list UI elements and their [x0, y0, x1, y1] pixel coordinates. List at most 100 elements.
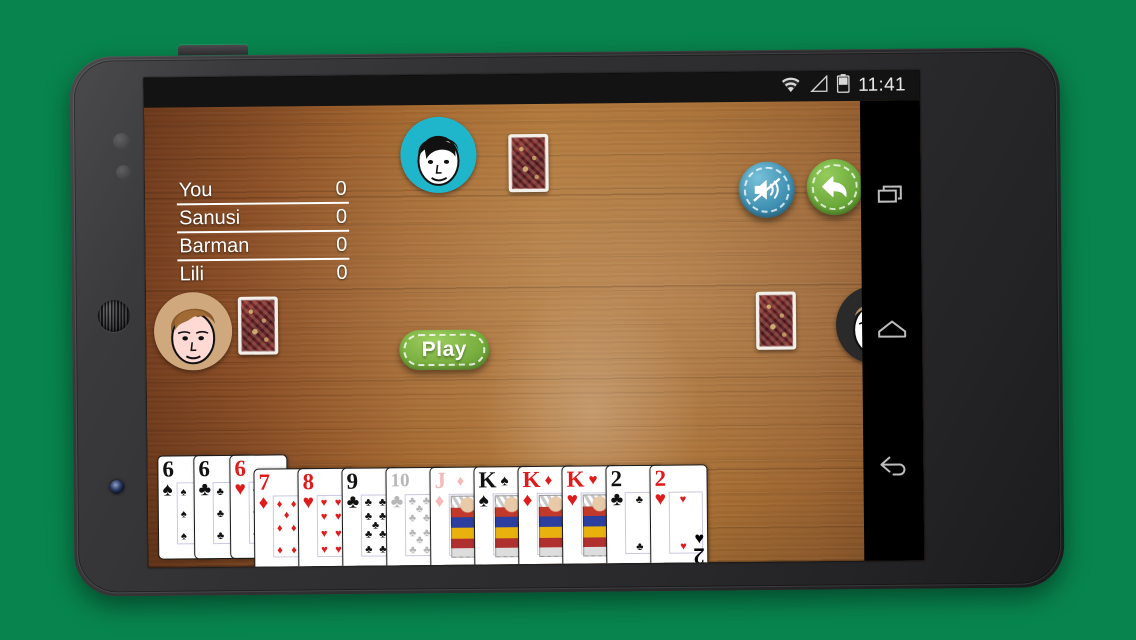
player-score: 0 — [336, 233, 348, 256]
front-camera-icon — [110, 480, 124, 494]
card-suit-icon: ♥ — [588, 471, 598, 489]
card-pip: ♥ — [679, 493, 687, 506]
android-nav-bar — [859, 100, 925, 561]
recents-button[interactable] — [874, 177, 908, 211]
player-score: 0 — [336, 261, 348, 284]
phone-screen: 11:41 You 0 Sanusi 0 Barman 0 Lili 0 Pla… — [143, 70, 925, 568]
card-pip: ♥ — [335, 543, 342, 556]
player-hand: 6♠♠♠♠♠♠♠6♣♣♣♣♣♣♣6♥♥♥♥♥♥♥7♦♦♦♦♦♦♦♦8♥♥♥♥♥♥… — [147, 440, 924, 568]
card-rank: J — [434, 467, 447, 493]
card-pip: ♦ — [276, 522, 283, 535]
back-nav-button[interactable] — [876, 449, 910, 483]
card-pip: ♣ — [216, 486, 224, 499]
card-back-top — [508, 133, 549, 193]
card-pip: ♦ — [291, 544, 297, 557]
card-suit-icon: ♥ — [302, 492, 315, 514]
card-rank: 2 — [654, 465, 667, 491]
wifi-icon — [780, 75, 802, 97]
sound-off-button[interactable] — [738, 161, 796, 219]
avatar-left-player[interactable] — [153, 291, 233, 371]
player-name: Barman — [179, 234, 250, 258]
card-rank: 6 — [234, 455, 247, 481]
scoreboard-row: Lili 0 — [177, 260, 349, 288]
card-suit-icon: ♠ — [162, 479, 173, 501]
card-pip: ♣ — [636, 540, 644, 553]
scoreboard-row: You 0 — [176, 175, 349, 206]
play-button[interactable]: Play — [399, 329, 490, 371]
card-suit-icon: ♣ — [390, 491, 404, 513]
proximity-sensor-icon — [113, 133, 130, 150]
back-button[interactable] — [806, 158, 864, 216]
card-back-left — [237, 296, 279, 355]
light-sensor-icon — [116, 165, 131, 180]
card-suit-icon: ♦ — [434, 490, 445, 512]
player-name: Lili — [179, 263, 205, 286]
scoreboard: You 0 Sanusi 0 Barman 0 Lili 0 — [176, 175, 350, 288]
card-pip: ♠ — [180, 508, 187, 521]
card-rank: K — [522, 466, 541, 493]
player-score: 0 — [335, 177, 347, 200]
card-pip: ♥ — [334, 496, 342, 509]
card-rank: 7 — [258, 469, 271, 495]
status-bar-clock: 11:41 — [858, 74, 906, 96]
card-rank: 6 — [162, 456, 175, 482]
card-suit-icon: ♥ — [654, 488, 667, 510]
home-button[interactable] — [875, 313, 909, 347]
card-pip: ♥ — [680, 540, 687, 553]
card-pip: ♠ — [180, 486, 187, 499]
earpiece-speaker-icon — [98, 300, 130, 332]
card-pip: ♥ — [320, 511, 328, 524]
card-rank: 9 — [346, 468, 359, 494]
card-back-right — [755, 291, 797, 350]
card-rank: 2 — [610, 466, 623, 492]
card-pip: ♥ — [334, 511, 342, 524]
card-pip: ♠ — [180, 529, 187, 542]
card-suit-icon: ♣ — [198, 479, 212, 501]
card-suit-icon: ♦ — [544, 471, 553, 489]
card-rank: 6 — [198, 456, 211, 482]
player-score: 0 — [335, 205, 348, 228]
back-icon — [880, 456, 906, 476]
card-pip: ♣ — [216, 529, 225, 542]
card-pip: ♣ — [364, 528, 373, 542]
player-name: You — [178, 179, 213, 202]
card-suit-icon: ♣ — [346, 491, 360, 513]
card-pip: ♥ — [335, 528, 342, 541]
card-pip: ♦ — [290, 498, 297, 511]
card-rank: K — [478, 467, 497, 493]
signal-icon — [810, 74, 829, 97]
card-pip: ♥ — [320, 528, 328, 541]
card-pip: ♣ — [216, 507, 225, 521]
screenshot-root: 11:41 You 0 Sanusi 0 Barman 0 Lili 0 Pla… — [0, 0, 1136, 640]
card-suit-icon: ♥ — [566, 489, 579, 511]
battery-icon — [837, 73, 851, 98]
card-pip: ♦ — [283, 509, 290, 522]
card-suit-icon: ♦ — [456, 472, 465, 490]
card-pip: ♣ — [365, 543, 373, 556]
card-pip: ♣ — [364, 496, 372, 509]
game-table: You 0 Sanusi 0 Barman 0 Lili 0 Play 6 ♠ … — [143, 100, 925, 568]
card-pip: ♦ — [277, 544, 283, 557]
card-suit-icon: ♦ — [522, 490, 533, 512]
card-suit-icon: ♠ — [478, 490, 489, 512]
scoreboard-row: Sanusi 0 — [176, 203, 350, 234]
card-rank: 10 — [390, 470, 410, 492]
home-icon — [878, 320, 907, 338]
scoreboard-row: Barman 0 — [177, 231, 350, 262]
power-button[interactable] — [177, 44, 249, 56]
card-rank: 8 — [302, 469, 315, 495]
hand-card[interactable]: 2 ♥ ♥ ♥ ♥ 2 — [649, 464, 709, 568]
card-pip: ♣ — [635, 493, 644, 507]
card-pip: ♣ — [408, 511, 417, 524]
play-button-label: Play — [421, 337, 467, 362]
card-pip: ♥ — [321, 543, 328, 556]
card-pip: ♥ — [320, 496, 328, 510]
card-pip: ♦ — [276, 498, 283, 511]
card-suit-icon: ♣ — [610, 489, 624, 511]
card-suit-icon: ♥ — [234, 478, 247, 500]
card-suit-icon: ♠ — [500, 472, 509, 490]
avatar-top-player[interactable] — [400, 116, 477, 194]
recents-icon — [877, 185, 902, 203]
card-pip: ♦ — [290, 522, 297, 535]
player-name: Sanusi — [178, 206, 241, 230]
